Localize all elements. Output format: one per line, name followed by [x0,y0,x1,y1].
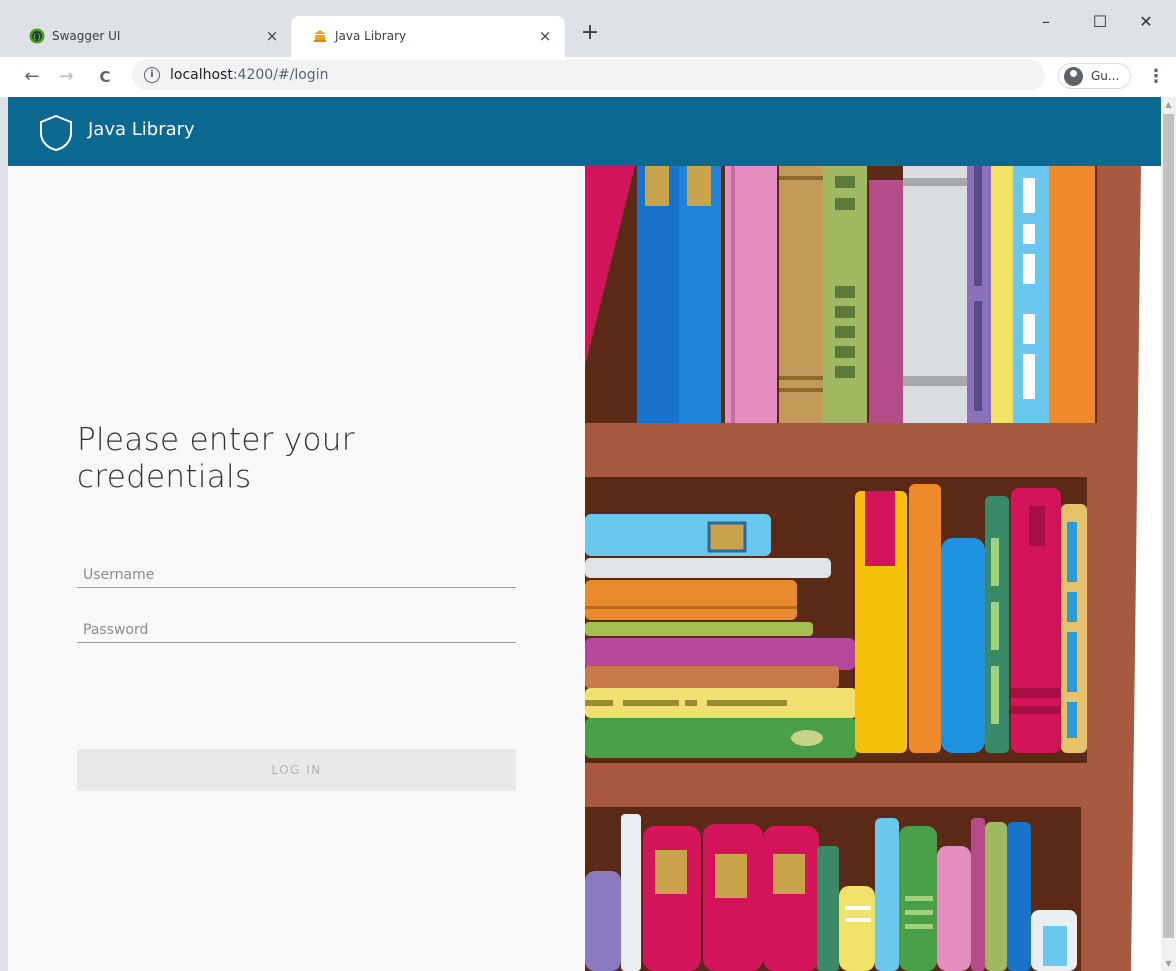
password-input[interactable] [77,617,516,642]
tab-swagger-ui[interactable]: {} Swagger UI × [8,16,291,57]
app-title: Java Library [88,119,195,140]
forward-button[interactable]: → [52,63,80,91]
url-text[interactable]: localhost:4200/#/login [170,67,328,83]
address-bar[interactable]: i localhost:4200/#/login [132,60,1045,90]
page-viewport: Java Library Please enter your credentia… [8,97,1161,971]
minimize-button[interactable]: – [1026,8,1066,36]
reload-button[interactable]: C [91,63,119,91]
svg-text:{}: {} [33,33,42,41]
close-tab-icon[interactable]: × [262,26,282,46]
profile-button[interactable]: Gu... [1058,63,1131,89]
login-panel: Please enter your credentials LOG IN [8,166,585,971]
tab-strip: {} Swagger UI × Java Library × + – ☐ ✕ [0,0,1176,57]
browser-toolbar: ← → C i localhost:4200/#/login Gu... ⋮ [0,57,1176,97]
tab-title: Java Library [335,29,407,43]
library-icon [314,30,326,42]
swagger-icon: {} [29,28,45,44]
maximize-button[interactable]: ☐ [1080,8,1120,36]
bookshelf-illustration [585,166,1161,971]
avatar-icon [1064,67,1083,86]
new-tab-button[interactable]: + [578,22,602,46]
browser-window: {} Swagger UI × Java Library × + – ☐ ✕ ←… [0,0,1176,971]
scroll-down-arrow[interactable]: ▼ [1161,956,1176,971]
url-path: :4200/#/login [232,67,329,83]
scrollbar-thumb[interactable] [1163,114,1174,938]
url-host: localhost [170,67,233,83]
info-icon[interactable]: i [144,67,160,83]
username-field[interactable] [77,562,516,588]
scroll-up-arrow[interactable]: ▲ [1161,97,1176,112]
page-scrollbar[interactable]: ▲ ▼ [1161,97,1176,971]
username-input[interactable] [77,562,516,587]
profile-name: Gu... [1091,69,1120,83]
browser-menu-icon[interactable]: ⋮ [1146,65,1166,89]
close-tab-icon[interactable]: × [535,26,555,46]
shield-icon [40,114,72,152]
login-heading: Please enter your credentials [77,422,355,495]
app-header: Java Library [8,97,1161,166]
back-button[interactable]: ← [18,63,46,91]
tab-java-library[interactable]: Java Library × [291,16,565,57]
close-window-button[interactable]: ✕ [1126,8,1166,36]
tab-title: Swagger UI [52,29,121,43]
password-field[interactable] [77,617,516,643]
login-button[interactable]: LOG IN [77,749,516,791]
